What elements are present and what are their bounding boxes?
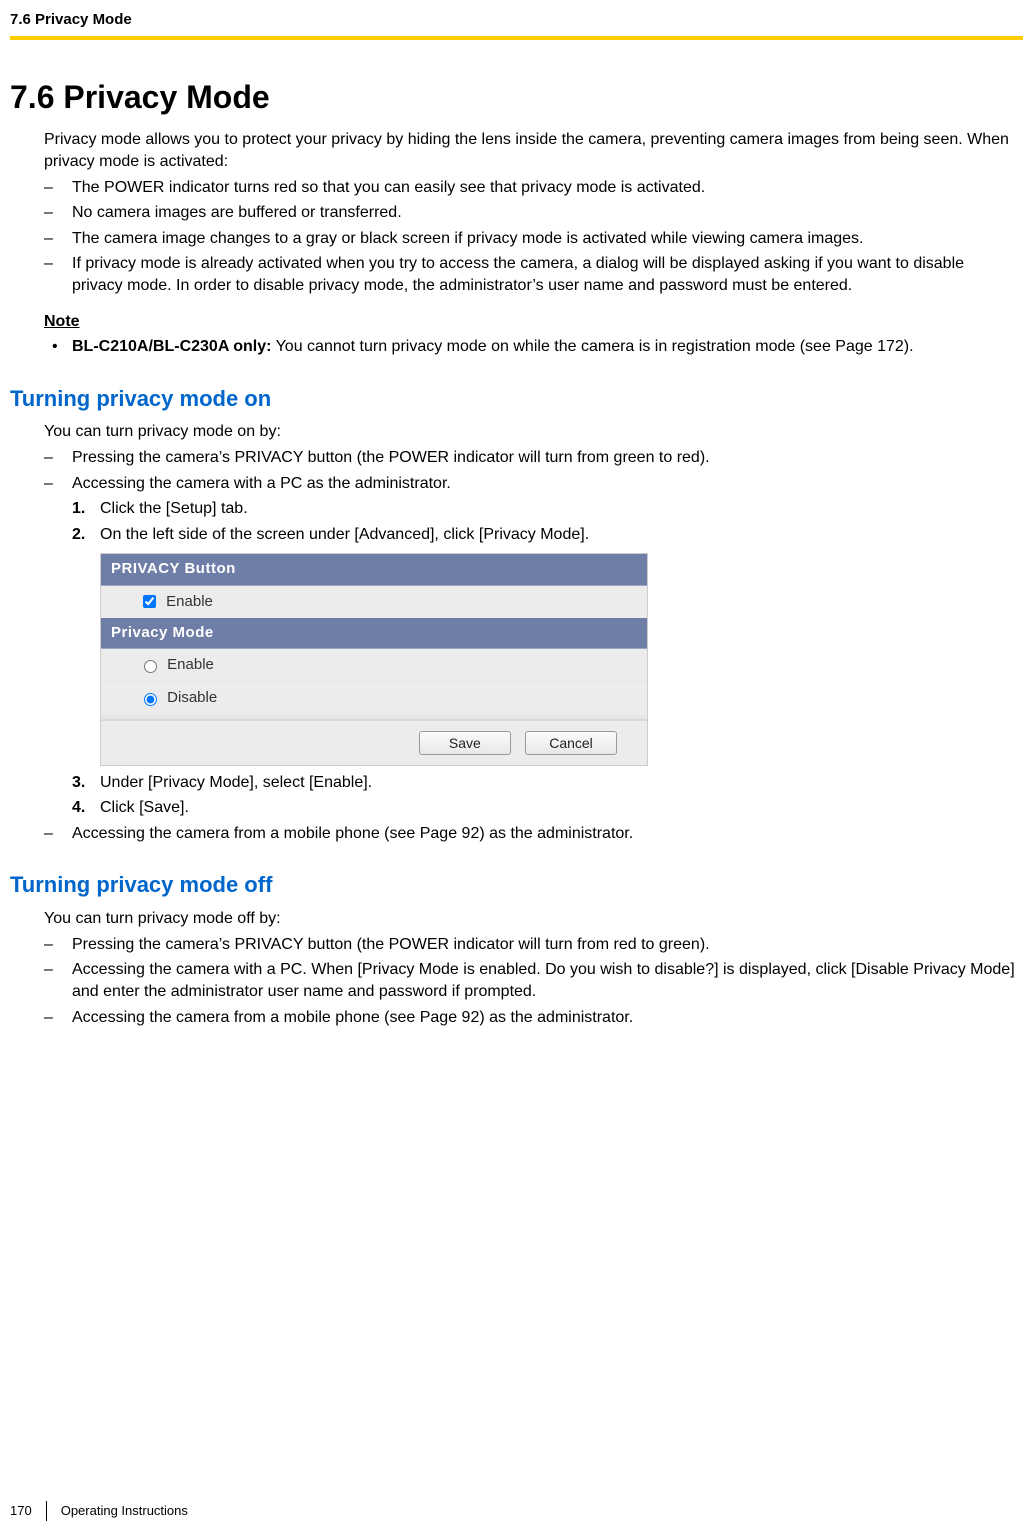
list-item: No camera images are buffered or transfe…	[44, 202, 1017, 224]
cancel-button[interactable]: Cancel	[525, 731, 617, 755]
subhead-on: Turning privacy mode on	[10, 384, 1023, 414]
step-item: Under [Privacy Mode], select [Enable].	[72, 772, 1017, 794]
list-item: Accessing the camera with a PC as the ad…	[44, 473, 1017, 819]
on-block: You can turn privacy mode on by: Pressin…	[44, 421, 1017, 844]
list-item: The camera image changes to a gray or bl…	[44, 228, 1017, 250]
off-block: You can turn privacy mode off by: Pressi…	[44, 908, 1017, 1028]
list-item: Pressing the camera’s PRIVACY button (th…	[44, 934, 1017, 956]
note-item: BL-C210A/BL-C230A only: You cannot turn …	[44, 336, 1017, 358]
privacy-button-enable-label: Enable	[139, 593, 213, 610]
off-intro: You can turn privacy mode off by:	[44, 908, 1017, 930]
footer-divider	[46, 1501, 47, 1521]
privacy-mode-disable-row: Disable	[101, 681, 647, 714]
intro-bullets: The POWER indicator turns red so that yo…	[44, 177, 1017, 297]
intro-block: Privacy mode allows you to protect your …	[44, 129, 1017, 357]
button-bar: Save Cancel	[101, 719, 647, 765]
privacy-settings-screenshot: PRIVACY Button Enable Privacy Mode Ena	[100, 553, 648, 765]
privacy-mode-enable-radio[interactable]	[144, 660, 157, 673]
note-list: BL-C210A/BL-C230A only: You cannot turn …	[44, 336, 1017, 358]
intro-text: Privacy mode allows you to protect your …	[44, 129, 1017, 172]
list-item: Pressing the camera’s PRIVACY button (th…	[44, 447, 1017, 469]
panel-header-privacy-button: PRIVACY Button	[101, 554, 647, 585]
privacy-mode-enable-text: Enable	[167, 656, 214, 673]
on-bullets: Pressing the camera’s PRIVACY button (th…	[44, 447, 1017, 844]
list-item: The POWER indicator turns red so that yo…	[44, 177, 1017, 199]
subhead-off: Turning privacy mode off	[10, 870, 1023, 900]
on-steps-cont: Under [Privacy Mode], select [Enable]. C…	[72, 772, 1017, 819]
save-button[interactable]: Save	[419, 731, 511, 755]
on-intro: You can turn privacy mode on by:	[44, 421, 1017, 443]
note-strong: BL-C210A/BL-C230A only:	[72, 338, 271, 355]
privacy-mode-enable-row: Enable	[101, 649, 647, 681]
step-item: Click [Save].	[72, 797, 1017, 819]
off-bullets: Pressing the camera’s PRIVACY button (th…	[44, 934, 1017, 1028]
list-item: Accessing the camera from a mobile phone…	[44, 823, 1017, 845]
page-title: 7.6 Privacy Mode	[10, 76, 1023, 119]
privacy-mode-enable-label: Enable	[139, 656, 214, 673]
privacy-button-enable-checkbox[interactable]	[143, 595, 156, 608]
privacy-mode-disable-text: Disable	[167, 689, 217, 706]
list-item: If privacy mode is already activated whe…	[44, 253, 1017, 296]
note-heading: Note	[44, 311, 1017, 333]
list-item: Accessing the camera with a PC. When [Pr…	[44, 959, 1017, 1002]
header-rule	[10, 36, 1023, 40]
privacy-mode-disable-label: Disable	[139, 689, 217, 706]
privacy-button-enable-text: Enable	[166, 593, 213, 610]
step-item: On the left side of the screen under [Ad…	[72, 524, 1017, 546]
note-text: You cannot turn privacy mode on while th…	[271, 338, 913, 355]
running-head: 7.6 Privacy Mode	[10, 8, 1023, 36]
on-steps: Click the [Setup] tab. On the left side …	[72, 498, 1017, 545]
privacy-button-enable-row: Enable	[101, 586, 647, 618]
doc-title: Operating Instructions	[61, 1502, 188, 1520]
page: 7.6 Privacy Mode 7.6 Privacy Mode Privac…	[0, 0, 1033, 1535]
panel-header-privacy-mode: Privacy Mode	[101, 618, 647, 649]
list-item: Accessing the camera from a mobile phone…	[44, 1007, 1017, 1029]
privacy-mode-disable-radio[interactable]	[144, 693, 157, 706]
on-b2-text: Accessing the camera with a PC as the ad…	[72, 475, 451, 492]
step-item: Click the [Setup] tab.	[72, 498, 1017, 520]
page-number: 170	[10, 1502, 32, 1520]
page-footer: 170 Operating Instructions	[10, 1501, 188, 1521]
